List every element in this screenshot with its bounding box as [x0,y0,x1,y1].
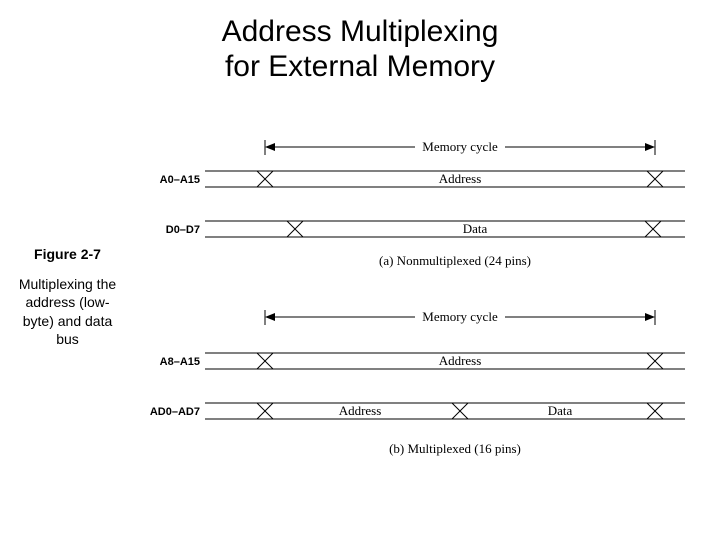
top-row-1-seg-0: Data [463,221,488,236]
top-row-0-seg-0: Address [439,171,482,186]
bottom-row-1: AD0–AD7 Address Data [150,403,685,419]
top-cycle-label: Memory cycle [422,139,498,154]
figure-number: Figure 2-7 [10,245,125,263]
title-line-2: for External Memory [0,50,720,85]
top-subcaption: (a) Nonmultiplexed (24 pins) [379,253,531,268]
timing-diagram: Memory cycle A0–A15 Address D0–D7 Data (… [145,115,700,515]
top-memory-cycle-arrow: Memory cycle [265,139,655,155]
page-title: Address Multiplexing for External Memory [0,15,720,84]
bottom-row-0: A8–A15 Address [160,353,685,369]
bottom-row-1-seg-0: Address [339,403,382,418]
figure-caption: Multiplexing the address (low-byte) and … [10,275,125,348]
bottom-memory-cycle-arrow: Memory cycle [265,309,655,325]
top-row-1-name: D0–D7 [166,224,200,236]
bottom-row-0-seg-0: Address [439,353,482,368]
top-row-0: A0–A15 Address [160,171,685,187]
bottom-subcaption: (b) Multiplexed (16 pins) [389,441,521,456]
top-row-0-name: A0–A15 [160,174,200,186]
top-row-1: D0–D7 Data [166,221,685,237]
bottom-row-1-seg-1: Data [548,403,573,418]
title-line-1: Address Multiplexing [0,15,720,50]
bottom-row-0-name: A8–A15 [160,356,200,368]
bottom-cycle-label: Memory cycle [422,309,498,324]
bottom-row-1-name: AD0–AD7 [150,406,200,418]
figure-sidebar: Figure 2-7 Multiplexing the address (low… [10,245,125,348]
